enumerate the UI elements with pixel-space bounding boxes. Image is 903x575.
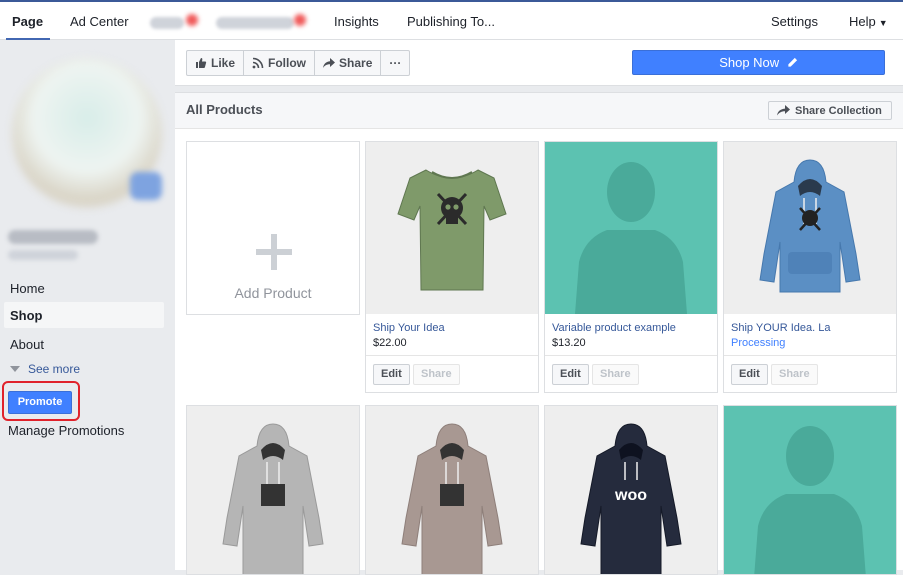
thumbs-up-icon	[196, 58, 207, 68]
product-price: $13.20	[552, 337, 586, 349]
share-arrow-icon	[777, 105, 790, 116]
hoodie-image	[759, 159, 861, 293]
product-card[interactable]	[723, 405, 897, 575]
page-top-nav: Page Ad Center Insights Publishing To...…	[0, 0, 903, 41]
products-header: All Products Share Collection	[175, 93, 903, 129]
share-collection-label: Share Collection	[795, 104, 882, 117]
page-username-redacted[interactable]	[8, 250, 78, 260]
nav-tab-insights[interactable]: Insights	[334, 14, 379, 29]
share-collection-button[interactable]: Share Collection	[768, 101, 892, 120]
product-title[interactable]: Ship YOUR Idea. La	[731, 322, 891, 334]
product-image[interactable]: woo	[545, 406, 717, 574]
rss-icon	[252, 57, 264, 69]
product-title[interactable]: Variable product example	[552, 322, 712, 334]
product-image[interactable]	[366, 406, 538, 574]
product-card[interactable]: Ship YOUR Idea. La Processing Edit Share	[723, 141, 897, 393]
product-card[interactable]	[365, 405, 539, 575]
person-silhouette-icon	[754, 426, 866, 574]
product-price: $22.00	[373, 337, 407, 349]
see-more-label: See more	[28, 362, 81, 376]
page-actions-group: Like Follow Share ···	[186, 50, 411, 76]
hoodie-image	[222, 423, 324, 574]
follow-label: Follow	[268, 56, 307, 70]
edit-product-button[interactable]: Edit	[373, 364, 410, 385]
product-card[interactable]: woo	[544, 405, 718, 575]
follow-button[interactable]: Follow	[244, 51, 316, 75]
share-product-button[interactable]: Share	[592, 364, 639, 385]
sidebar-item-shop-label: Shop	[10, 308, 43, 323]
shop-now-label: Shop Now	[719, 55, 780, 70]
like-label: Like	[211, 56, 236, 70]
add-product-card[interactable]: Add Product	[186, 141, 360, 315]
tshirt-image	[397, 169, 507, 291]
manage-promotions-link[interactable]: Manage Promotions	[8, 423, 124, 438]
hoodie-image	[401, 423, 503, 574]
share-button[interactable]: Share	[315, 51, 382, 75]
product-title[interactable]: Ship Your Idea	[373, 322, 533, 334]
more-dots-icon: ···	[389, 56, 402, 70]
shop-now-button[interactable]: Shop Now	[632, 50, 885, 75]
promote-button[interactable]: Promote	[8, 391, 72, 414]
notification-badge	[294, 14, 306, 26]
caret-down-icon	[10, 366, 20, 372]
camera-icon[interactable]	[130, 172, 162, 200]
card-divider	[545, 355, 717, 356]
nav-help[interactable]: Help ▼	[849, 14, 888, 29]
nav-tab-ad-center[interactable]: Ad Center	[70, 14, 129, 29]
help-label: Help	[849, 14, 876, 29]
main-content: Like Follow Share ··· Shop Now All Produ…	[175, 40, 903, 575]
edit-product-button[interactable]: Edit	[552, 364, 589, 385]
card-divider	[724, 355, 896, 356]
sidebar-item-about[interactable]: About	[10, 337, 44, 352]
see-more-link[interactable]: See more	[10, 362, 80, 376]
nav-tab-page[interactable]: Page	[12, 14, 43, 29]
more-options-button[interactable]: ···	[381, 51, 409, 75]
like-button[interactable]: Like	[187, 51, 245, 75]
all-products-title: All Products	[186, 102, 263, 117]
page-action-bar: Like Follow Share ··· Shop Now	[175, 40, 903, 86]
share-arrow-icon	[323, 58, 336, 68]
product-card[interactable]	[186, 405, 360, 575]
product-image[interactable]	[724, 142, 896, 314]
products-panel: All Products Share Collection Add Produc…	[175, 92, 903, 575]
product-card[interactable]: Variable product example $13.20 Edit Sha…	[544, 141, 718, 393]
notification-badge	[186, 14, 198, 26]
redacted-nav-item[interactable]	[216, 17, 294, 29]
nav-settings[interactable]: Settings	[771, 14, 818, 29]
nav-tab-publishing-tools[interactable]: Publishing To...	[407, 14, 495, 29]
redacted-nav-item[interactable]	[150, 17, 184, 29]
product-image[interactable]	[724, 406, 896, 574]
product-image[interactable]	[187, 406, 359, 574]
hoodie-image: woo	[580, 423, 682, 574]
page-sidebar: Home Shop About See more Promote Manage …	[0, 40, 175, 570]
hoodie-print-text: woo	[614, 487, 647, 504]
card-divider	[366, 355, 538, 356]
edit-product-button[interactable]: Edit	[731, 364, 768, 385]
share-product-button[interactable]: Share	[771, 364, 818, 385]
product-card[interactable]: Ship Your Idea $22.00 Edit Share	[365, 141, 539, 393]
product-image[interactable]	[366, 142, 538, 314]
plus-icon	[256, 234, 292, 270]
product-image[interactable]	[545, 142, 717, 314]
person-silhouette-icon	[575, 162, 687, 314]
sidebar-item-home[interactable]: Home	[10, 281, 45, 296]
page-name-redacted[interactable]	[8, 230, 98, 244]
share-label: Share	[339, 56, 373, 70]
pencil-icon	[788, 57, 797, 67]
caret-down-icon: ▼	[878, 18, 888, 28]
share-product-button[interactable]: Share	[413, 364, 460, 385]
product-status: Processing	[731, 337, 786, 349]
add-product-label: Add Product	[234, 285, 312, 301]
